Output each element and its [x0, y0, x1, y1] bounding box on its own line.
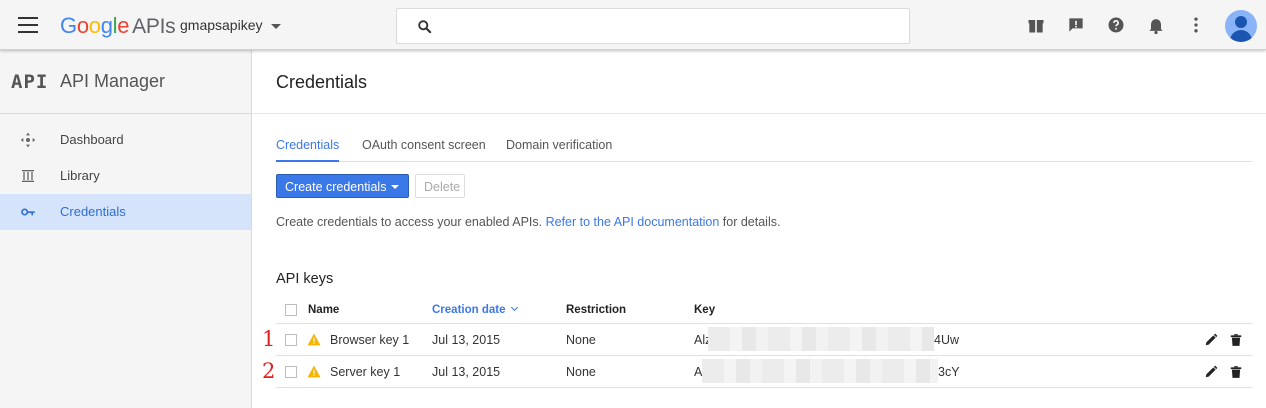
row-checkbox[interactable]	[285, 366, 297, 378]
sort-descending-icon	[510, 303, 518, 312]
feedback-icon[interactable]	[1066, 15, 1086, 35]
key-icon	[21, 208, 35, 216]
sidebar-title: API Manager	[60, 71, 166, 91]
creation-date: Jul 13, 2015	[432, 365, 501, 379]
notifications-icon[interactable]	[1146, 15, 1166, 35]
key-value-end: 4Uw	[934, 333, 960, 347]
project-name: gmapsapikey	[180, 17, 263, 33]
table-row[interactable]: 2 Server key 1 Jul 13, 2015 None Al 3cY	[262, 356, 1252, 388]
page-title: Credentials	[276, 72, 368, 92]
delete-label: Delete	[424, 180, 461, 194]
sidebar-item-credentials[interactable]: Credentials	[0, 194, 251, 230]
tab-bar: Credentials OAuth consent screen Domain …	[276, 138, 1252, 162]
main-menu-icon[interactable]	[18, 17, 38, 33]
logo-apis-text: APIs	[132, 15, 176, 38]
row-checkbox[interactable]	[285, 334, 297, 346]
tab-oauth-consent-screen[interactable]: OAuth consent screen	[362, 138, 486, 162]
api-keys-heading: API keys	[276, 271, 334, 287]
api-manager-logo: API	[11, 71, 49, 93]
edit-icon[interactable]	[1204, 365, 1218, 379]
tab-domain-verification[interactable]: Domain verification	[506, 138, 612, 162]
table-header: Name Creation date Restriction Key	[276, 300, 1252, 324]
logo-letter: o	[88, 13, 101, 38]
main-content: Credentials Credentials OAuth consent sc…	[252, 50, 1266, 408]
key-name[interactable]: Browser key 1	[330, 333, 409, 347]
gift-icon[interactable]	[1026, 15, 1046, 35]
sidebar-item-label: Credentials	[60, 204, 126, 219]
column-header-label: Creation date	[432, 304, 506, 316]
google-apis-logo[interactable]: Google APIs	[60, 13, 176, 39]
row-annotation-number: 2	[262, 359, 276, 383]
redacted-key-value	[702, 359, 938, 383]
create-credentials-label: Create credentials	[285, 180, 387, 194]
restriction: None	[566, 333, 596, 347]
delete-icon[interactable]	[1229, 333, 1243, 347]
key-value-end: 3cY	[938, 365, 960, 379]
help-icon[interactable]	[1106, 15, 1126, 35]
chevron-down-icon	[270, 23, 281, 29]
tab-credentials[interactable]: Credentials	[276, 138, 340, 162]
avatar-head	[1235, 16, 1247, 28]
more-vert-icon[interactable]	[1186, 15, 1206, 35]
chevron-down-icon	[391, 185, 399, 189]
help-text: Create credentials to access your enable…	[276, 215, 780, 229]
sidebar-item-label: Dashboard	[60, 132, 124, 147]
key-name[interactable]: Server key 1	[330, 365, 400, 379]
delete-icon[interactable]	[1229, 365, 1243, 379]
account-avatar[interactable]	[1225, 10, 1257, 42]
logo-letter: e	[117, 13, 130, 38]
create-credentials-button[interactable]: Create credentials	[276, 174, 409, 198]
sidebar-item-label: Library	[60, 168, 100, 183]
top-app-bar: Google APIs gmapsapikey	[0, 0, 1266, 50]
api-keys-table: Name Creation date Restriction Key 1 Bro…	[262, 300, 1252, 388]
restriction: None	[566, 365, 596, 379]
sidebar-item-dashboard[interactable]: Dashboard	[0, 122, 251, 158]
column-header-creation-date[interactable]: Creation date	[432, 303, 518, 316]
creation-date: Jul 13, 2015	[432, 333, 501, 347]
warning-icon	[307, 333, 321, 346]
search-box[interactable]	[396, 8, 910, 44]
logo-letter: g	[100, 13, 113, 38]
project-selector[interactable]: gmapsapikey	[180, 17, 281, 33]
row-annotation-number: 1	[262, 327, 276, 351]
column-header-name[interactable]: Name	[308, 304, 339, 316]
warning-icon	[307, 365, 321, 378]
sidebar: API API Manager Dashboard Library Creden…	[0, 50, 252, 408]
help-text-before: Create credentials to access your enable…	[276, 215, 546, 229]
logo-letter: G	[60, 13, 77, 38]
edit-icon[interactable]	[1204, 333, 1218, 347]
dashboard-icon	[20, 132, 36, 148]
api-documentation-link[interactable]: Refer to the API documentation	[546, 215, 720, 229]
avatar-body	[1230, 30, 1252, 42]
divider	[252, 113, 1266, 114]
help-text-after: for details.	[719, 215, 781, 229]
select-all-checkbox[interactable]	[285, 304, 297, 316]
logo-letter: o	[76, 13, 89, 38]
redacted-key-value	[708, 327, 934, 351]
column-header-key[interactable]: Key	[694, 304, 715, 316]
column-header-restriction[interactable]: Restriction	[566, 304, 626, 316]
search-input[interactable]	[441, 15, 891, 39]
library-icon	[22, 170, 34, 182]
table-row[interactable]: 1 Browser key 1 Jul 13, 2015 None Alz 4U…	[262, 324, 1252, 356]
sidebar-header: API API Manager	[0, 50, 251, 114]
sidebar-item-library[interactable]: Library	[0, 158, 251, 194]
search-icon	[418, 20, 432, 34]
delete-button[interactable]: Delete	[415, 174, 465, 198]
